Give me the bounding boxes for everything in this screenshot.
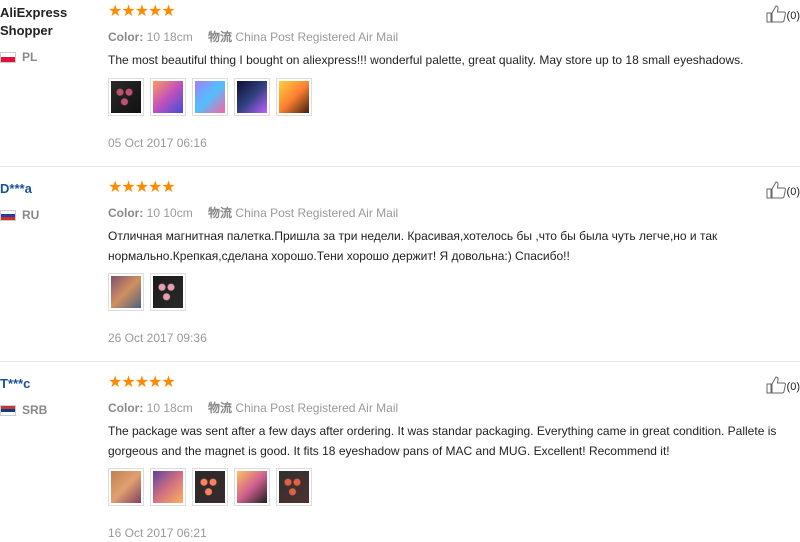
review-meta: Color: 10 10cm 物流 China Post Registered … <box>108 206 399 220</box>
holographic-palette-photo[interactable] <box>150 468 186 506</box>
helpful-button[interactable]: (0) <box>766 376 800 394</box>
reviewer-country: SRB <box>0 403 47 417</box>
reviewer-name[interactable]: T***c <box>0 375 30 393</box>
review-text: Отличная магнитная палетка.Пришла за три… <box>108 229 718 263</box>
flag-icon <box>0 209 16 221</box>
reviewer-country: RU <box>0 208 39 222</box>
helpful-count: (0) <box>786 186 800 198</box>
helpful-count: (0) <box>786 10 800 22</box>
flag-icon <box>0 404 16 416</box>
reviewer-country: PL <box>0 50 37 64</box>
review-date: 26 Oct 2017 09:36 <box>108 331 207 345</box>
star-rating: ★★★★★ <box>108 3 176 20</box>
review-text: The package was sent after a few days af… <box>108 424 777 458</box>
review-photos <box>108 78 312 116</box>
review-date: 16 Oct 2017 06:21 <box>108 526 207 540</box>
review-photos <box>108 273 186 311</box>
eyeshadow-palette-photo[interactable] <box>276 468 312 506</box>
holographic-palette-photo[interactable] <box>150 78 186 116</box>
thumbs-up-icon <box>766 5 786 23</box>
review-date: 05 Oct 2017 06:16 <box>108 136 207 150</box>
review-photos <box>108 468 312 506</box>
star-rating: ★★★★★ <box>108 179 176 196</box>
helpful-button[interactable]: (0) <box>766 181 800 199</box>
flag-icon <box>0 51 16 63</box>
thumbs-up-icon <box>766 376 786 394</box>
reviewer-name[interactable]: D***a <box>0 180 32 198</box>
helpful-count: (0) <box>786 381 800 393</box>
holographic-palette-photo[interactable] <box>192 78 228 116</box>
eyeshadow-palette-photo[interactable] <box>108 78 144 116</box>
review-item: D***a RU ★★★★★ Color: 10 10cm 物流 China P… <box>0 168 800 362</box>
thumbs-up-icon <box>766 181 786 199</box>
holographic-palette-photo[interactable] <box>276 78 312 116</box>
review-meta: Color: 10 18cm 物流 China Post Registered … <box>108 30 399 44</box>
holographic-palette-photo[interactable] <box>108 273 144 311</box>
star-rating: ★★★★★ <box>108 374 176 391</box>
holographic-palette-photo[interactable] <box>234 78 270 116</box>
eyeshadow-palette-photo[interactable] <box>192 468 228 506</box>
holographic-palette-photo[interactable] <box>234 468 270 506</box>
review-item: T***c SRB ★★★★★ Color: 10 18cm 物流 China … <box>0 363 800 542</box>
eyeshadow-palette-photo[interactable] <box>150 273 186 311</box>
helpful-button[interactable]: (0) <box>766 5 800 23</box>
reviewer-name: AliExpress Shopper <box>0 5 68 38</box>
review-item: AliExpress Shopper PL ★★★★★ Color: 10 18… <box>0 0 800 167</box>
holographic-palette-photo[interactable] <box>108 468 144 506</box>
review-text: The most beautiful thing I bought on ali… <box>108 53 744 67</box>
review-meta: Color: 10 18cm 物流 China Post Registered … <box>108 401 399 415</box>
